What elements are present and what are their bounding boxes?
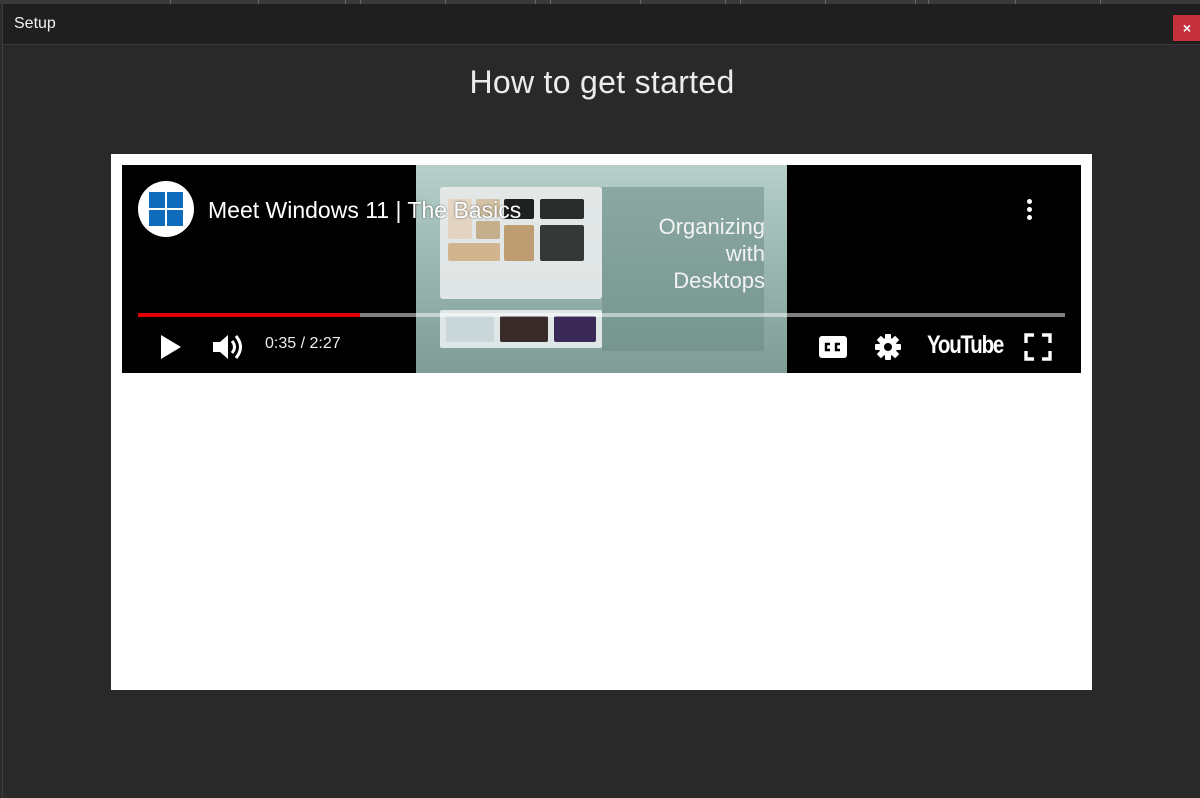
- volume-icon[interactable]: [212, 333, 246, 361]
- video-time: 0:35 / 2:27: [265, 335, 341, 352]
- fullscreen-icon[interactable]: [1024, 333, 1052, 361]
- windows-logo-icon[interactable]: [138, 181, 194, 237]
- youtube-logo[interactable]: YouTube: [927, 331, 1004, 360]
- video-player[interactable]: Organizing with Desktops Meet Windows 11…: [122, 165, 1081, 373]
- video-title-link[interactable]: Meet Windows 11 | The Basics: [208, 197, 521, 224]
- title-bar: Setup ×: [3, 4, 1200, 45]
- thumbnail-overlay-text: Organizing with Desktops: [658, 214, 765, 293]
- vertical-ellipsis-icon[interactable]: [1020, 197, 1040, 223]
- progress-bar[interactable]: [138, 313, 1065, 317]
- page-heading: How to get started: [469, 64, 735, 100]
- window-title: Setup: [14, 15, 56, 32]
- video-embed-frame: Organizing with Desktops Meet Windows 11…: [111, 154, 1092, 690]
- closed-captions-icon[interactable]: [819, 336, 847, 358]
- setup-dialog: Setup × How to get started Organizing wi…: [2, 4, 1200, 798]
- gear-icon[interactable]: [874, 333, 902, 361]
- play-icon[interactable]: [158, 334, 184, 360]
- close-button[interactable]: ×: [1173, 15, 1200, 41]
- progress-bar-played: [138, 313, 361, 317]
